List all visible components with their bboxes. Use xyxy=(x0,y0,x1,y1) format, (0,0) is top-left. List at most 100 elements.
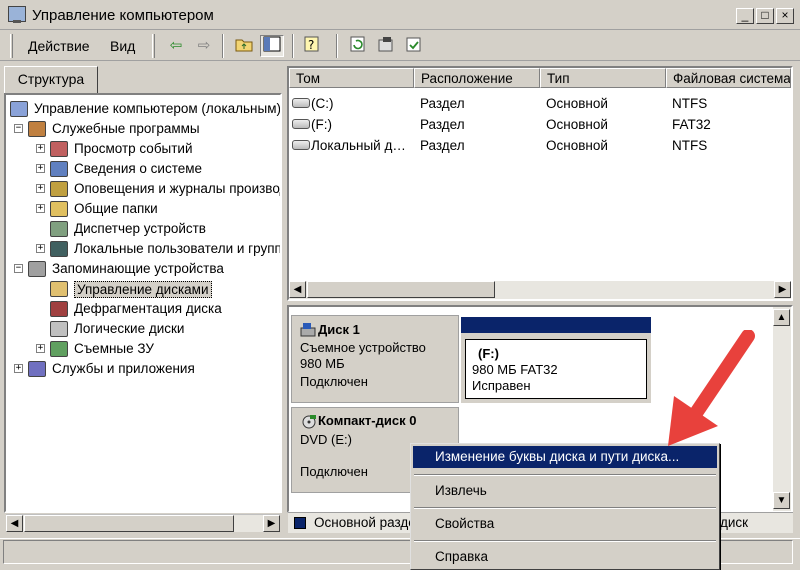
disk-1-info[interactable]: Диск 1 Съемное устройство 980 МБ Подключ… xyxy=(291,315,459,403)
tree-node-label: Служебные программы xyxy=(52,121,200,136)
disk-name: Диск 1 xyxy=(318,322,360,337)
tree-node-label: Дефрагментация диска xyxy=(74,301,222,316)
primary-partition-bar xyxy=(461,317,651,333)
column-header-volume[interactable]: Том xyxy=(289,68,414,88)
drive-icon xyxy=(292,98,310,108)
disk-name: Компакт-диск 0 xyxy=(318,413,417,428)
volume-list[interactable]: Том Расположение Тип Файловая система ◀ … xyxy=(287,66,793,301)
table-row[interactable]: Локальный диск Раздел Основной NTFS xyxy=(289,136,791,156)
properties-icon[interactable] xyxy=(374,35,398,57)
primary-partition-swatch xyxy=(294,517,306,529)
tree-horizontal-scrollbar[interactable]: ◀ ▶ xyxy=(6,514,280,532)
toolbar-grip[interactable] xyxy=(10,34,13,58)
column-header-filesystem[interactable]: Файловая система xyxy=(666,68,791,88)
expand-plus-icon[interactable]: + xyxy=(36,144,45,153)
tree-node[interactable]: − Служебные программы xyxy=(6,119,280,139)
collapse-minus-icon[interactable]: − xyxy=(14,264,23,273)
export-icon[interactable] xyxy=(402,35,426,57)
tree-node[interactable]: + Службы и приложения xyxy=(6,359,280,379)
menu-item-properties[interactable]: Свойства xyxy=(413,513,717,535)
table-cell-volume: (C:) xyxy=(311,96,334,111)
tab-structure[interactable]: Структура xyxy=(4,66,98,94)
tree-node[interactable]: Управление компьютером (локальным) xyxy=(6,99,280,119)
list-horizontal-scrollbar[interactable]: ◀ ▶ xyxy=(289,281,791,299)
scroll-right-arrow-icon[interactable]: ▶ xyxy=(263,515,280,532)
tree-node[interactable]: + Общие папки xyxy=(6,199,280,219)
expand-plus-icon[interactable]: + xyxy=(36,204,45,213)
close-button[interactable]: × xyxy=(776,8,794,24)
tree-node[interactable]: + Просмотр событий xyxy=(6,139,280,159)
tree-node[interactable]: − Запоминающие устройства xyxy=(6,259,280,279)
expand-plus-icon[interactable]: + xyxy=(36,244,45,253)
tree-node[interactable]: Логические диски xyxy=(6,319,280,339)
scroll-left-arrow-icon[interactable]: ◀ xyxy=(289,281,306,298)
tree-node[interactable]: + Сведения о системе xyxy=(6,159,280,179)
refresh-icon[interactable] xyxy=(346,35,370,57)
tree-node-icon xyxy=(50,161,68,177)
red-arrow-icon xyxy=(668,330,755,446)
tree-node-label: Съемные ЗУ xyxy=(74,341,154,356)
scroll-right-arrow-icon[interactable]: ▶ xyxy=(774,281,791,298)
scroll-thumb[interactable] xyxy=(307,281,495,298)
minimize-button[interactable]: _ xyxy=(736,8,754,24)
back-arrow-icon[interactable]: ⇦ xyxy=(164,35,188,57)
expand-plus-icon[interactable]: + xyxy=(14,364,23,373)
menu-view[interactable]: Вид xyxy=(110,38,135,54)
scroll-thumb[interactable] xyxy=(24,515,234,532)
console-tree[interactable]: Управление компьютером (локальным) − Служе… xyxy=(4,93,282,513)
tree-node-icon xyxy=(50,221,68,237)
tree-node-label: Управление дисками xyxy=(74,281,212,298)
table-row[interactable]: (F:) Раздел Основной FAT32 xyxy=(289,115,791,135)
tree-node[interactable]: Диспетчер устройств xyxy=(6,219,280,239)
tree-node-icon xyxy=(50,181,68,197)
maximize-button[interactable]: □ xyxy=(756,8,774,24)
tree-node[interactable]: + Локальные пользователи и группы xyxy=(6,239,280,259)
disk-vertical-scrollbar[interactable]: ▲ ▼ xyxy=(773,307,791,511)
tree-node[interactable]: Дефрагментация диска xyxy=(6,299,280,319)
tree-node-label: Оповещения и журналы производительности xyxy=(74,181,280,196)
menu-separator xyxy=(414,474,716,476)
tree-node-icon xyxy=(28,121,46,137)
column-header-location[interactable]: Расположение xyxy=(414,68,540,88)
expand-plus-icon[interactable]: + xyxy=(36,344,45,353)
menu-separator xyxy=(414,507,716,509)
show-hide-tree-icon[interactable] xyxy=(260,35,284,57)
table-cell-location: Раздел xyxy=(420,117,465,132)
partition-f[interactable]: (F:) 980 МБ FAT32 Исправен xyxy=(461,317,651,403)
title-bar[interactable]: Управление компьютером _ □ × xyxy=(0,0,800,30)
column-header-type[interactable]: Тип xyxy=(540,68,666,88)
help-icon[interactable]: ? xyxy=(300,35,324,57)
tree-node-label: Диспетчер устройств xyxy=(74,221,206,236)
toolbar-separator xyxy=(336,34,338,58)
expand-plus-icon[interactable]: + xyxy=(36,164,45,173)
menu-action[interactable]: Действие xyxy=(28,38,90,54)
table-cell-location: Раздел xyxy=(420,96,465,111)
partition-details[interactable]: (F:) 980 МБ FAT32 Исправен xyxy=(465,339,647,399)
menu-item-eject[interactable]: Извлечь xyxy=(413,480,717,502)
scroll-left-arrow-icon[interactable]: ◀ xyxy=(6,515,23,532)
toolbar-grip[interactable] xyxy=(152,34,155,58)
tree-node-icon xyxy=(50,341,68,357)
disk-status: Подключен xyxy=(300,464,368,479)
tree-node[interactable]: + Оповещения и журналы производительности xyxy=(6,179,280,199)
table-row[interactable]: (C:) Раздел Основной NTFS xyxy=(289,94,791,114)
forward-arrow-icon[interactable]: ⇨ xyxy=(192,35,216,57)
menu-item-help[interactable]: Справка xyxy=(413,546,717,568)
tree-node-icon xyxy=(50,281,68,297)
expand-plus-icon[interactable]: + xyxy=(36,184,45,193)
scroll-down-arrow-icon[interactable]: ▼ xyxy=(773,492,790,509)
context-menu: Изменение буквы диска и пути диска... Из… xyxy=(410,443,720,570)
table-cell-fs: NTFS xyxy=(672,96,708,111)
collapse-minus-icon[interactable]: − xyxy=(14,124,23,133)
legend-label-right: диск xyxy=(720,515,749,530)
window-title: Управление компьютером xyxy=(32,7,214,24)
tree-node[interactable]: + Съемные ЗУ xyxy=(6,339,280,359)
scroll-up-arrow-icon[interactable]: ▲ xyxy=(773,309,790,326)
removable-disk-icon xyxy=(300,323,316,337)
tree-node-label: Логические диски xyxy=(74,321,185,336)
toolbar-separator xyxy=(292,34,294,58)
menu-separator xyxy=(414,540,716,542)
tree-node[interactable]: Управление дисками xyxy=(6,279,280,299)
up-folder-icon[interactable] xyxy=(232,35,256,57)
disk-size: 980 МБ xyxy=(300,356,345,371)
